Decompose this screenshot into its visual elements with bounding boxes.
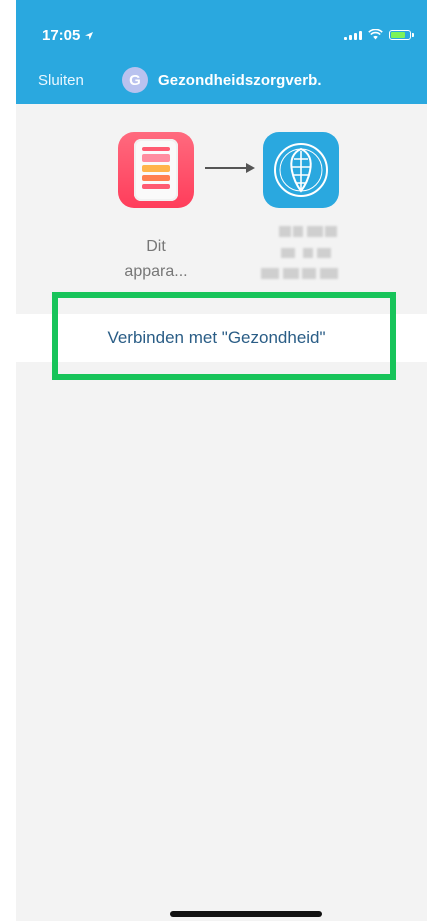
- wifi-icon: [368, 29, 383, 40]
- nav-title: G Gezondheidszorgverb.: [122, 67, 322, 93]
- navigation-bar: Sluiten G Gezondheidszorgverb.: [16, 60, 427, 100]
- avatar: G: [122, 67, 148, 93]
- close-button[interactable]: Sluiten: [38, 72, 84, 89]
- highlight-box: [52, 292, 396, 380]
- arrow-right-icon: [205, 163, 255, 173]
- radboud-app-icon: [263, 132, 339, 208]
- location-arrow-icon: [85, 31, 94, 40]
- connection-panel: Dit appara...: [16, 104, 427, 314]
- signal-icon: [344, 29, 362, 40]
- device-label-line1: Dit: [146, 238, 166, 255]
- top-bar: 17:05 Sluiten G Gezondheidszorgverb.: [16, 0, 427, 104]
- device-label-line2: appara...: [124, 263, 188, 280]
- battery-charging-icon: [389, 29, 414, 40]
- status-time: 17:05: [42, 27, 94, 44]
- status-icons: [344, 29, 414, 40]
- phone-screen: 17:05 Sluiten G Gezondheidszorgverb. Dit…: [16, 0, 427, 921]
- redacted-label: [259, 224, 343, 294]
- home-indicator: [170, 911, 322, 917]
- crest-icon: [274, 143, 328, 197]
- page-title: Gezondheidszorgverb.: [158, 71, 322, 89]
- device-label: Dit appara...: [104, 234, 208, 284]
- health-app-icon: [118, 132, 194, 208]
- time-text: 17:05: [42, 27, 81, 44]
